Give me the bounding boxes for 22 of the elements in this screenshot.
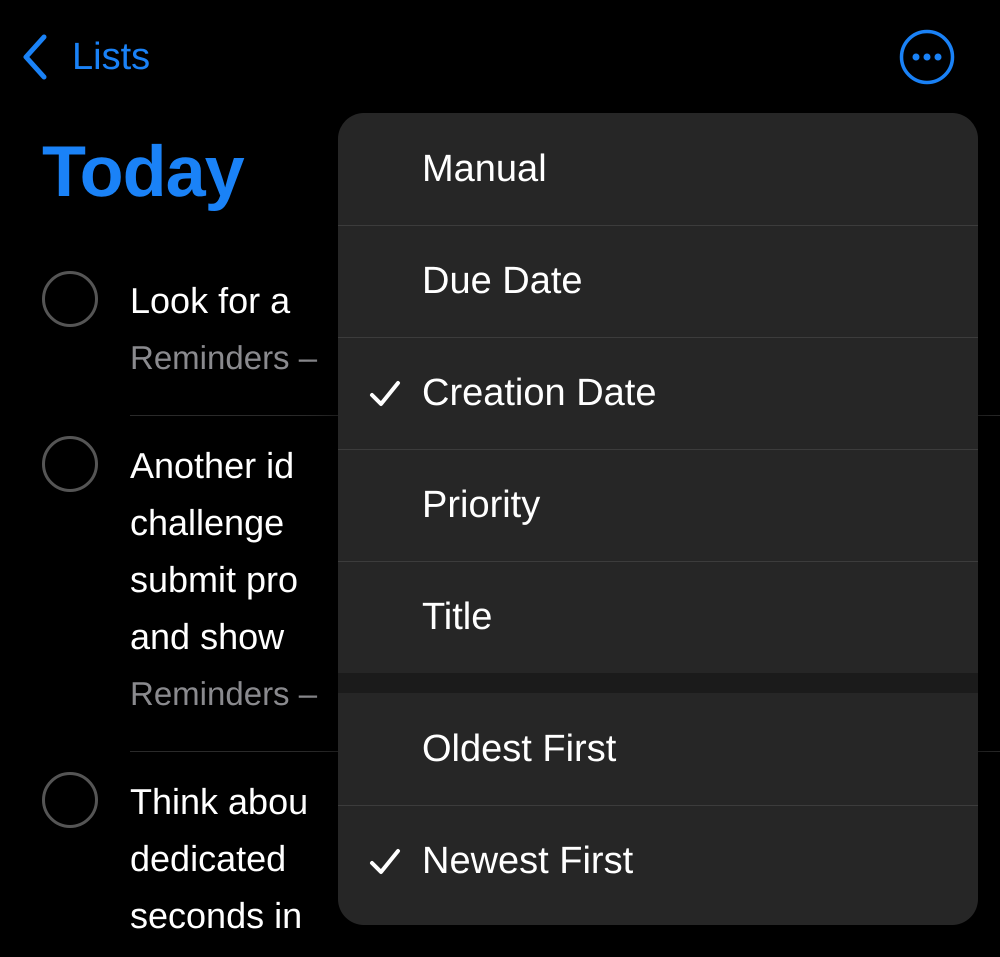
chevron-left-icon — [22, 34, 48, 80]
menu-item[interactable]: Creation Date — [338, 337, 978, 449]
menu-item[interactable]: Newest First — [338, 805, 978, 917]
task-list-name: Reminders – — [130, 674, 318, 714]
task-title: Another id — [130, 444, 294, 488]
task-title: and show — [130, 615, 284, 659]
menu-item[interactable]: Due Date — [338, 225, 978, 337]
checkbox-circle[interactable] — [42, 436, 98, 492]
task-list-name: Reminders – — [130, 338, 318, 378]
menu-item[interactable]: Priority — [338, 449, 978, 561]
task-title: Look for a — [130, 279, 290, 323]
task-title: submit pro — [130, 558, 298, 602]
checkbox-circle[interactable] — [42, 772, 98, 828]
menu-item[interactable]: Manual — [338, 113, 978, 225]
task-title: Think abou — [130, 780, 308, 824]
back-button[interactable]: Lists — [22, 34, 150, 80]
task-title: challenge — [130, 501, 284, 545]
task-title: seconds in — [130, 894, 302, 938]
checkbox-circle[interactable] — [42, 271, 98, 327]
menu-item[interactable]: Oldest First — [338, 693, 978, 805]
task-title: dedicated — [130, 837, 286, 881]
more-icon[interactable] — [899, 29, 955, 85]
